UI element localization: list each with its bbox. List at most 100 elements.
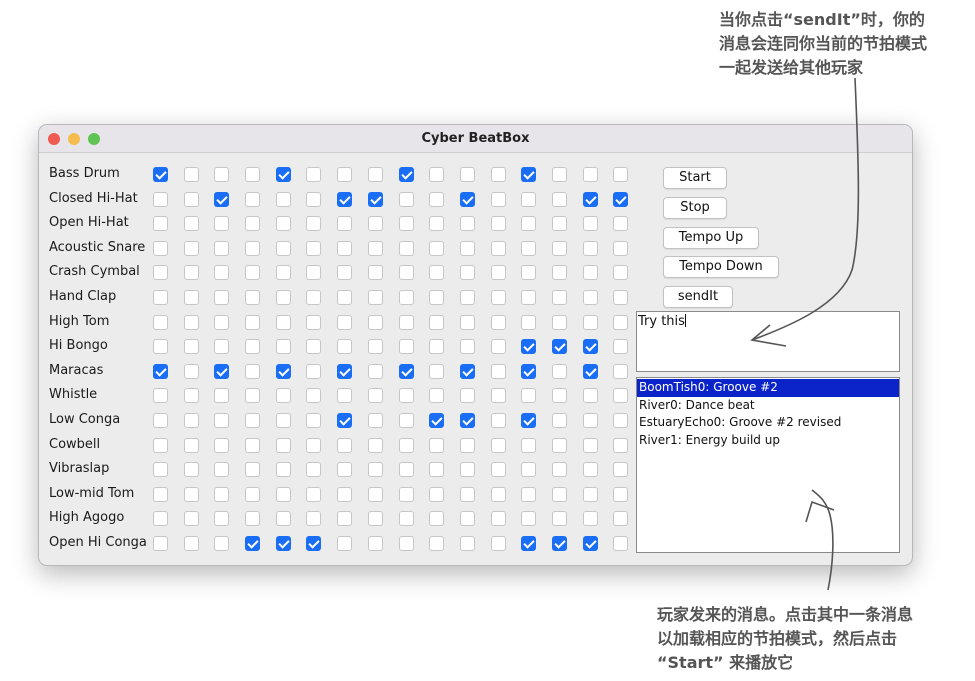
beat-checkbox[interactable] [521,314,537,330]
beat-checkbox[interactable] [245,363,261,379]
beat-checkbox[interactable] [153,265,168,281]
beat-checkbox[interactable] [245,535,261,551]
beat-checkbox[interactable] [459,412,475,428]
beat-checkbox[interactable] [613,265,629,281]
beat-checkbox[interactable] [153,412,168,428]
beat-checkbox[interactable] [367,216,383,232]
beat-checkbox[interactable] [245,412,261,428]
beat-checkbox[interactable] [183,363,199,379]
incoming-message-item[interactable]: River0: Dance beat [637,397,899,415]
beat-checkbox[interactable] [245,388,261,404]
beat-checkbox[interactable] [245,486,261,502]
beat-checkbox[interactable] [245,240,261,256]
beat-checkbox[interactable] [367,265,383,281]
beat-checkbox[interactable] [490,314,506,330]
beat-checkbox[interactable] [521,486,537,502]
beat-checkbox[interactable] [337,486,353,502]
beat-checkbox[interactable] [429,167,445,182]
beat-checkbox[interactable] [183,339,199,355]
beat-checkbox[interactable] [459,339,475,355]
beat-checkbox[interactable] [521,289,537,305]
beat-checkbox[interactable] [153,339,168,355]
beat-checkbox[interactable] [337,240,353,256]
beat-checkbox[interactable] [245,265,261,281]
beat-checkbox[interactable] [245,314,261,330]
beat-checkbox[interactable] [613,437,629,453]
beat-checkbox[interactable] [398,167,414,182]
beat-checkbox[interactable] [214,167,230,182]
beat-checkbox[interactable] [367,535,383,551]
beat-checkbox[interactable] [183,216,199,232]
beat-checkbox[interactable] [306,388,322,404]
beat-checkbox[interactable] [582,167,598,182]
beat-checkbox[interactable] [582,240,598,256]
beat-checkbox[interactable] [214,535,230,551]
beat-checkbox[interactable] [398,437,414,453]
beat-checkbox[interactable] [275,437,291,453]
beat-checkbox[interactable] [245,191,261,207]
beat-checkbox[interactable] [337,289,353,305]
beat-checkbox[interactable] [306,216,322,232]
beat-checkbox[interactable] [153,388,168,404]
beat-checkbox[interactable] [367,388,383,404]
stop-button[interactable]: Stop [663,197,727,219]
beat-checkbox[interactable] [214,486,230,502]
beat-checkbox[interactable] [459,191,475,207]
beat-checkbox[interactable] [306,462,322,478]
beat-checkbox[interactable] [429,216,445,232]
beat-checkbox[interactable] [551,388,567,404]
beat-checkbox[interactable] [214,216,230,232]
beat-checkbox[interactable] [521,339,537,355]
beat-checkbox[interactable] [153,486,168,502]
beat-checkbox[interactable] [183,265,199,281]
beat-checkbox[interactable] [245,216,261,232]
beat-checkbox[interactable] [398,191,414,207]
beat-checkbox[interactable] [490,486,506,502]
beat-checkbox[interactable] [183,388,199,404]
beat-checkbox[interactable] [398,412,414,428]
beat-checkbox[interactable] [429,363,445,379]
beat-checkbox[interactable] [306,167,322,182]
beat-checkbox[interactable] [490,240,506,256]
beat-checkbox[interactable] [337,437,353,453]
beat-checkbox[interactable] [429,388,445,404]
beat-checkbox[interactable] [490,437,506,453]
beat-checkbox[interactable] [551,265,567,281]
beat-checkbox[interactable] [275,388,291,404]
beat-checkbox[interactable] [153,216,168,232]
beat-checkbox[interactable] [582,216,598,232]
beat-checkbox[interactable] [214,388,230,404]
beat-checkbox[interactable] [183,437,199,453]
beat-checkbox[interactable] [337,339,353,355]
beat-checkbox[interactable] [306,265,322,281]
beat-checkbox[interactable] [337,191,353,207]
beat-checkbox[interactable] [613,388,629,404]
beat-checkbox[interactable] [582,265,598,281]
beat-checkbox[interactable] [245,167,261,182]
beat-checkbox[interactable] [521,216,537,232]
beat-checkbox[interactable] [245,437,261,453]
beat-checkbox[interactable] [490,289,506,305]
beat-checkbox[interactable] [275,511,291,527]
beat-checkbox[interactable] [429,240,445,256]
beat-checkbox[interactable] [582,289,598,305]
beat-checkbox[interactable] [183,167,199,182]
beat-checkbox[interactable] [551,191,567,207]
beat-checkbox[interactable] [551,486,567,502]
beat-checkbox[interactable] [367,363,383,379]
beat-checkbox[interactable] [521,388,537,404]
beat-checkbox[interactable] [398,511,414,527]
beat-checkbox[interactable] [490,535,506,551]
beat-checkbox[interactable] [306,363,322,379]
beat-checkbox[interactable] [521,363,537,379]
incoming-message-item[interactable]: River1: Energy build up [637,432,899,450]
beat-checkbox[interactable] [275,265,291,281]
beat-checkbox[interactable] [183,289,199,305]
beat-checkbox[interactable] [398,486,414,502]
incoming-messages-list[interactable]: BoomTish0: Groove #2 River0: Dance beat Es… [636,377,900,553]
beat-checkbox[interactable] [337,535,353,551]
beat-checkbox[interactable] [214,265,230,281]
beat-checkbox[interactable] [367,511,383,527]
beat-checkbox[interactable] [214,314,230,330]
beat-checkbox[interactable] [521,412,537,428]
